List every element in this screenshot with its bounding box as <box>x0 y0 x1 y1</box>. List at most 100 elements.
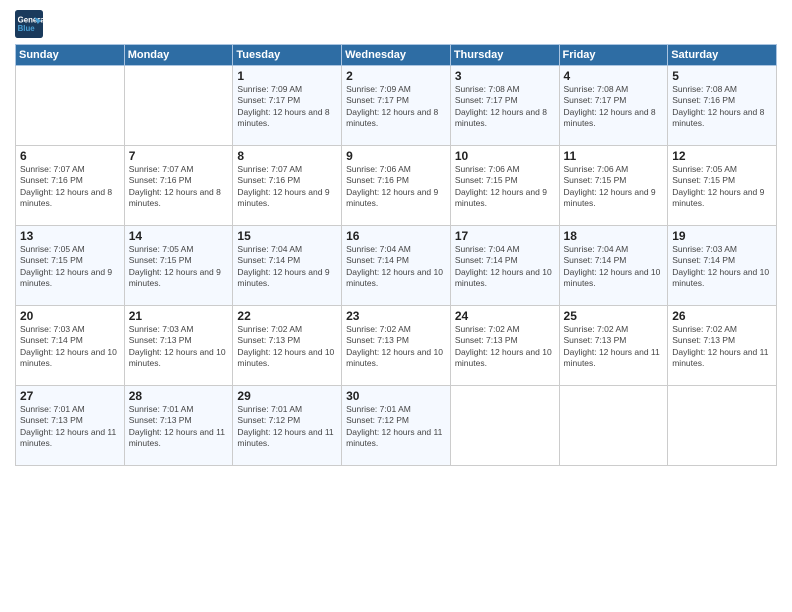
calendar-week-row: 27 Sunrise: 7:01 AM Sunset: 7:13 PM Dayli… <box>16 386 777 466</box>
day-number: 28 <box>129 389 229 403</box>
day-number: 24 <box>455 309 555 323</box>
calendar-cell: 3Sunrise: 7:08 AM Sunset: 7:17 PM Daylig… <box>450 66 559 146</box>
page-header: General Blue <box>15 10 777 38</box>
day-number: 23 <box>346 309 446 323</box>
calendar-cell: 18Sunrise: 7:04 AM Sunset: 7:14 PM Dayli… <box>559 226 668 306</box>
calendar-cell: 15Sunrise: 7:04 AM Sunset: 7:14 PM Dayli… <box>233 226 342 306</box>
header-day: Thursday <box>450 45 559 66</box>
logo-icon: General Blue <box>15 10 43 38</box>
calendar-cell: 24Sunrise: 7:02 AM Sunset: 7:13 PM Dayli… <box>450 306 559 386</box>
day-number: 19 <box>672 229 772 243</box>
header-day: Friday <box>559 45 668 66</box>
calendar-cell: 27Sunrise: 7:01 AM Sunset: 7:13 PM Dayli… <box>16 386 125 466</box>
day-info: Sunrise: 7:02 AM Sunset: 7:13 PM Dayligh… <box>672 324 772 370</box>
calendar-table: SundayMondayTuesdayWednesdayThursdayFrid… <box>15 44 777 466</box>
header-day: Saturday <box>668 45 777 66</box>
calendar-week-row: 20Sunrise: 7:03 AM Sunset: 7:14 PM Dayli… <box>16 306 777 386</box>
day-number: 17 <box>455 229 555 243</box>
day-info: Sunrise: 7:01 AM Sunset: 7:12 PM Dayligh… <box>237 404 337 450</box>
svg-text:Blue: Blue <box>18 24 36 33</box>
day-number: 12 <box>672 149 772 163</box>
day-number: 7 <box>129 149 229 163</box>
calendar-cell: 8Sunrise: 7:07 AM Sunset: 7:16 PM Daylig… <box>233 146 342 226</box>
header-day: Sunday <box>16 45 125 66</box>
day-number: 2 <box>346 69 446 83</box>
day-info: Sunrise: 7:03 AM Sunset: 7:14 PM Dayligh… <box>672 244 772 290</box>
day-number: 13 <box>20 229 120 243</box>
day-info: Sunrise: 7:05 AM Sunset: 7:15 PM Dayligh… <box>672 164 772 210</box>
day-number: 16 <box>346 229 446 243</box>
calendar-cell: 11Sunrise: 7:06 AM Sunset: 7:15 PM Dayli… <box>559 146 668 226</box>
day-info: Sunrise: 7:02 AM Sunset: 7:13 PM Dayligh… <box>564 324 664 370</box>
calendar-cell: 16Sunrise: 7:04 AM Sunset: 7:14 PM Dayli… <box>342 226 451 306</box>
day-info: Sunrise: 7:07 AM Sunset: 7:16 PM Dayligh… <box>129 164 229 210</box>
day-number: 20 <box>20 309 120 323</box>
day-info: Sunrise: 7:09 AM Sunset: 7:17 PM Dayligh… <box>237 84 337 130</box>
day-info: Sunrise: 7:08 AM Sunset: 7:17 PM Dayligh… <box>564 84 664 130</box>
day-number: 5 <box>672 69 772 83</box>
calendar-cell: 19Sunrise: 7:03 AM Sunset: 7:14 PM Dayli… <box>668 226 777 306</box>
calendar-cell: 10Sunrise: 7:06 AM Sunset: 7:15 PM Dayli… <box>450 146 559 226</box>
header-day: Wednesday <box>342 45 451 66</box>
calendar-cell: 25Sunrise: 7:02 AM Sunset: 7:13 PM Dayli… <box>559 306 668 386</box>
day-number: 10 <box>455 149 555 163</box>
logo: General Blue <box>15 10 45 38</box>
calendar-cell: 9Sunrise: 7:06 AM Sunset: 7:16 PM Daylig… <box>342 146 451 226</box>
calendar-cell: 2Sunrise: 7:09 AM Sunset: 7:17 PM Daylig… <box>342 66 451 146</box>
day-info: Sunrise: 7:09 AM Sunset: 7:17 PM Dayligh… <box>346 84 446 130</box>
day-number: 3 <box>455 69 555 83</box>
day-info: Sunrise: 7:04 AM Sunset: 7:14 PM Dayligh… <box>564 244 664 290</box>
calendar-cell <box>450 386 559 466</box>
day-number: 21 <box>129 309 229 323</box>
day-info: Sunrise: 7:02 AM Sunset: 7:13 PM Dayligh… <box>237 324 337 370</box>
day-info: Sunrise: 7:07 AM Sunset: 7:16 PM Dayligh… <box>20 164 120 210</box>
calendar-week-row: 13Sunrise: 7:05 AM Sunset: 7:15 PM Dayli… <box>16 226 777 306</box>
header-day: Monday <box>124 45 233 66</box>
day-number: 9 <box>346 149 446 163</box>
calendar-cell: 30Sunrise: 7:01 AM Sunset: 7:12 PM Dayli… <box>342 386 451 466</box>
calendar-cell: 14Sunrise: 7:05 AM Sunset: 7:15 PM Dayli… <box>124 226 233 306</box>
header-day: Tuesday <box>233 45 342 66</box>
calendar-cell: 1Sunrise: 7:09 AM Sunset: 7:17 PM Daylig… <box>233 66 342 146</box>
day-number: 29 <box>237 389 337 403</box>
calendar-week-row: 6Sunrise: 7:07 AM Sunset: 7:16 PM Daylig… <box>16 146 777 226</box>
day-info: Sunrise: 7:01 AM Sunset: 7:13 PM Dayligh… <box>129 404 229 450</box>
day-number: 15 <box>237 229 337 243</box>
calendar-cell: 6Sunrise: 7:07 AM Sunset: 7:16 PM Daylig… <box>16 146 125 226</box>
calendar-cell <box>559 386 668 466</box>
day-info: Sunrise: 7:04 AM Sunset: 7:14 PM Dayligh… <box>346 244 446 290</box>
calendar-cell: 20Sunrise: 7:03 AM Sunset: 7:14 PM Dayli… <box>16 306 125 386</box>
day-info: Sunrise: 7:03 AM Sunset: 7:13 PM Dayligh… <box>129 324 229 370</box>
day-info: Sunrise: 7:06 AM Sunset: 7:15 PM Dayligh… <box>455 164 555 210</box>
header-row: SundayMondayTuesdayWednesdayThursdayFrid… <box>16 45 777 66</box>
day-info: Sunrise: 7:08 AM Sunset: 7:16 PM Dayligh… <box>672 84 772 130</box>
day-info: Sunrise: 7:08 AM Sunset: 7:17 PM Dayligh… <box>455 84 555 130</box>
day-number: 6 <box>20 149 120 163</box>
day-number: 14 <box>129 229 229 243</box>
calendar-cell <box>16 66 125 146</box>
day-info: Sunrise: 7:06 AM Sunset: 7:16 PM Dayligh… <box>346 164 446 210</box>
day-info: Sunrise: 7:07 AM Sunset: 7:16 PM Dayligh… <box>237 164 337 210</box>
day-number: 26 <box>672 309 772 323</box>
day-info: Sunrise: 7:05 AM Sunset: 7:15 PM Dayligh… <box>20 244 120 290</box>
calendar-cell: 5Sunrise: 7:08 AM Sunset: 7:16 PM Daylig… <box>668 66 777 146</box>
day-number: 11 <box>564 149 664 163</box>
day-number: 8 <box>237 149 337 163</box>
day-number: 27 <box>20 389 120 403</box>
day-info: Sunrise: 7:03 AM Sunset: 7:14 PM Dayligh… <box>20 324 120 370</box>
day-info: Sunrise: 7:02 AM Sunset: 7:13 PM Dayligh… <box>455 324 555 370</box>
day-info: Sunrise: 7:04 AM Sunset: 7:14 PM Dayligh… <box>237 244 337 290</box>
day-info: Sunrise: 7:06 AM Sunset: 7:15 PM Dayligh… <box>564 164 664 210</box>
calendar-cell: 21Sunrise: 7:03 AM Sunset: 7:13 PM Dayli… <box>124 306 233 386</box>
day-info: Sunrise: 7:04 AM Sunset: 7:14 PM Dayligh… <box>455 244 555 290</box>
calendar-cell: 13Sunrise: 7:05 AM Sunset: 7:15 PM Dayli… <box>16 226 125 306</box>
calendar-cell <box>124 66 233 146</box>
calendar-cell: 28Sunrise: 7:01 AM Sunset: 7:13 PM Dayli… <box>124 386 233 466</box>
day-info: Sunrise: 7:01 AM Sunset: 7:12 PM Dayligh… <box>346 404 446 450</box>
calendar-cell: 23Sunrise: 7:02 AM Sunset: 7:13 PM Dayli… <box>342 306 451 386</box>
day-number: 4 <box>564 69 664 83</box>
day-number: 1 <box>237 69 337 83</box>
day-number: 22 <box>237 309 337 323</box>
calendar-cell: 17Sunrise: 7:04 AM Sunset: 7:14 PM Dayli… <box>450 226 559 306</box>
calendar-cell <box>668 386 777 466</box>
